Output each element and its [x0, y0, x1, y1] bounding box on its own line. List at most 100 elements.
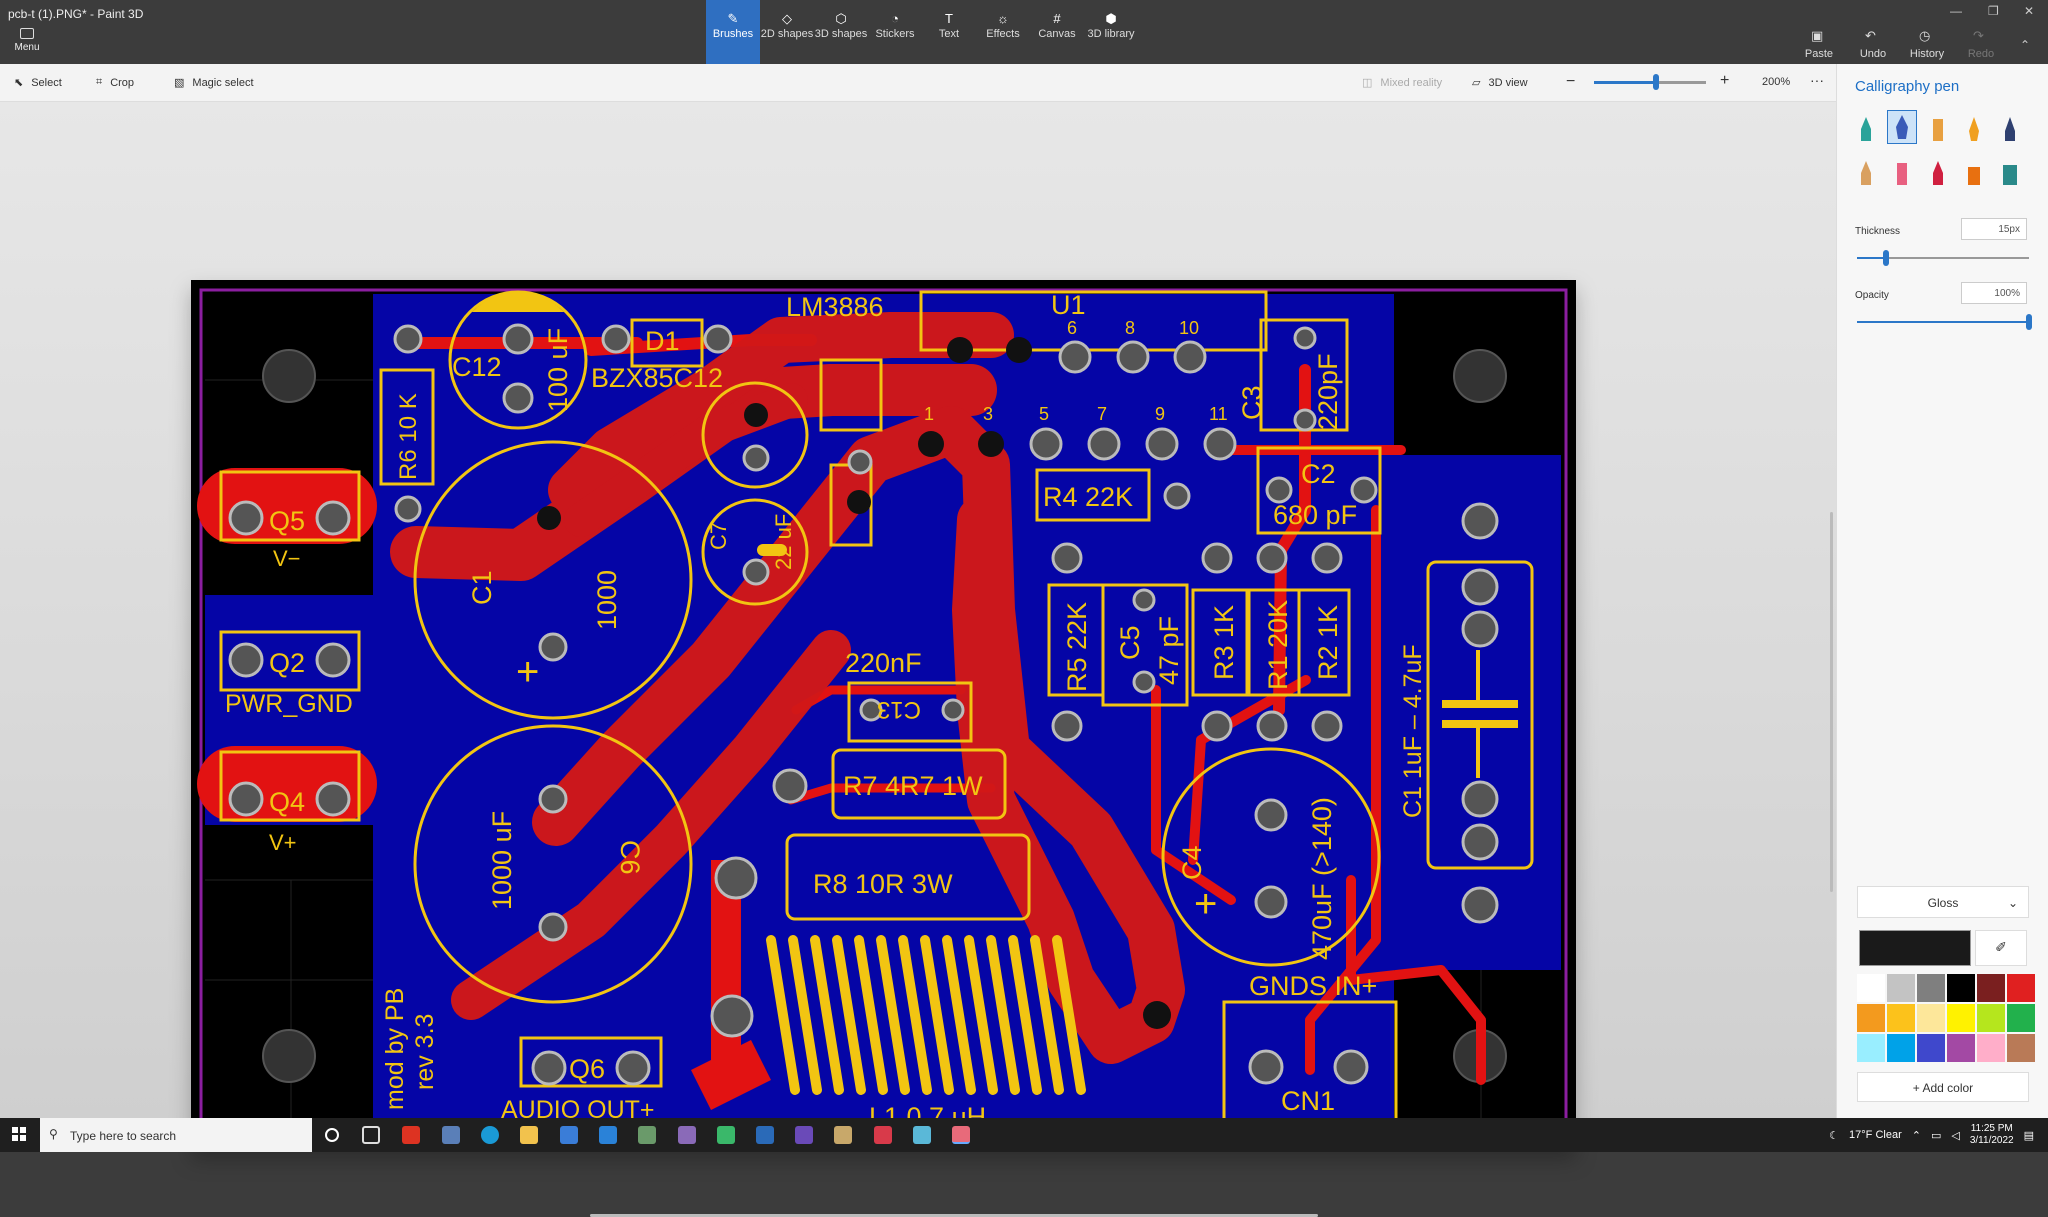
search-input[interactable]: ⚲ Type here to search: [40, 1118, 312, 1152]
tab-canvas[interactable]: # Canvas: [1030, 0, 1084, 64]
edge-icon[interactable]: [481, 1126, 499, 1144]
color-swatch[interactable]: [1887, 1004, 1915, 1032]
zoom-in-button[interactable]: +: [1720, 72, 1729, 90]
tab-2d-shapes[interactable]: ◇ 2D shapes: [760, 0, 814, 64]
undo-label: Undo: [1859, 48, 1887, 60]
canvas-area[interactable]: LM3886 U1 D1 BZX85C12 C12 100 uF R6 10 K…: [0, 102, 1836, 1217]
color-swatch[interactable]: [2007, 974, 2035, 1002]
undo-icon: ↶: [1865, 28, 1876, 43]
store-icon[interactable]: [560, 1126, 578, 1144]
color-swatch[interactable]: [1887, 974, 1915, 1002]
opacity-input[interactable]: 100%: [1961, 282, 2027, 304]
network-icon[interactable]: ▭: [1931, 1129, 1941, 1142]
tab-label: 2D shapes: [760, 28, 814, 40]
color-swatch[interactable]: [1977, 1004, 2005, 1032]
close-button[interactable]: ✕: [2024, 4, 2034, 18]
app-icon-2[interactable]: [638, 1126, 656, 1144]
color-swatch[interactable]: [2007, 1004, 2035, 1032]
cortana-icon[interactable]: [325, 1128, 339, 1142]
zoom-level[interactable]: 200%: [1762, 76, 1790, 88]
pcb-c13: C13: [877, 696, 921, 723]
color-swatch[interactable]: [1977, 1034, 2005, 1062]
undo-button[interactable]: ↶ Undo: [1846, 0, 1900, 64]
pcb-image[interactable]: LM3886 U1 D1 BZX85C12 C12 100 uF R6 10 K…: [191, 280, 1576, 1150]
redo-button[interactable]: ↷ Redo: [1954, 0, 2008, 64]
taskbar: ⚲ Type here to search ☾ 17°F Clear ⌃ ▭ ◁ …: [0, 1118, 2048, 1152]
eyedropper-icon[interactable]: ✐: [1975, 930, 2027, 966]
app-icon-3[interactable]: [678, 1126, 696, 1144]
pcb-pin-7: 7: [1097, 404, 1107, 424]
finish-dropdown[interactable]: Gloss ⌄: [1857, 886, 2029, 918]
color-swatch[interactable]: [1917, 974, 1945, 1002]
app-icon[interactable]: [442, 1126, 460, 1144]
color-swatch[interactable]: [1947, 974, 1975, 1002]
tray-chevron-icon[interactable]: ⌃: [1912, 1129, 1921, 1142]
zoom-slider[interactable]: [1594, 74, 1706, 90]
pcb-mod: mod by PB: [381, 988, 409, 1110]
tab-3d-shapes[interactable]: ⬡ 3D shapes: [814, 0, 868, 64]
color-swatch[interactable]: [1917, 1034, 1945, 1062]
add-color-button[interactable]: + Add color: [1857, 1072, 2029, 1102]
magic-select-button[interactable]: ▧ Magic select: [174, 76, 254, 90]
restore-button[interactable]: ❐: [1988, 4, 1999, 18]
current-color-swatch[interactable]: [1859, 930, 1971, 966]
pcb-bzx: BZX85C12: [591, 363, 723, 393]
zoom-out-button[interactable]: −: [1566, 73, 1575, 91]
clock[interactable]: 11:25 PM 3/11/2022: [1970, 1123, 2014, 1147]
paint-3d-icon[interactable]: [952, 1126, 970, 1144]
mail-icon[interactable]: [599, 1126, 617, 1144]
select-button[interactable]: ⬉ Select: [14, 76, 62, 90]
paste-button[interactable]: ▣ Paste: [1792, 0, 1846, 64]
eraser-brush[interactable]: [1887, 156, 1917, 190]
file-explorer-icon[interactable]: [520, 1126, 538, 1144]
marker-brush[interactable]: [1851, 112, 1881, 146]
minimize-button[interactable]: —: [1950, 4, 1962, 18]
watercolor-brush[interactable]: [1959, 112, 1989, 146]
history-button[interactable]: ◷ History: [1900, 0, 1954, 64]
task-view-icon[interactable]: [362, 1126, 380, 1144]
crop-button[interactable]: ⌗ Crop: [96, 76, 134, 89]
pencil-brush[interactable]: [1851, 156, 1881, 190]
tab-3d-library[interactable]: ⬢ 3D library: [1084, 0, 1138, 64]
color-swatch[interactable]: [1917, 1004, 1945, 1032]
vertical-scrollbar[interactable]: [1830, 512, 1833, 892]
mixed-reality-button[interactable]: ◫ Mixed reality: [1362, 76, 1442, 90]
fill-brush[interactable]: [1995, 156, 2025, 190]
app-icon-9[interactable]: [913, 1126, 931, 1144]
crayon-brush[interactable]: [1923, 156, 1953, 190]
volume-icon[interactable]: ◁: [1951, 1129, 1959, 1142]
start-button[interactable]: [12, 1127, 26, 1141]
thickness-input[interactable]: 15px: [1961, 218, 2027, 240]
app-icon-8[interactable]: [874, 1126, 892, 1144]
calligraphy-pen-brush[interactable]: [1887, 110, 1917, 144]
tab-brushes[interactable]: ✎ Brushes: [706, 0, 760, 64]
pixel-pen-brush[interactable]: [1995, 112, 2025, 146]
color-swatch[interactable]: [1857, 1004, 1885, 1032]
color-swatch[interactable]: [1977, 974, 2005, 1002]
color-swatch[interactable]: [1947, 1004, 1975, 1032]
notification-icon[interactable]: ▤: [2024, 1129, 2034, 1142]
app-icon-7[interactable]: [834, 1126, 852, 1144]
3d-view-button[interactable]: ▱ 3D view: [1472, 76, 1528, 90]
spray-can-brush[interactable]: [1959, 156, 1989, 190]
tab-effects[interactable]: ☼ Effects: [976, 0, 1030, 64]
opacity-slider[interactable]: [1857, 314, 2032, 330]
app-icon-6[interactable]: [795, 1126, 813, 1144]
color-swatch[interactable]: [1857, 974, 1885, 1002]
tab-stickers[interactable]: ◔ Stickers: [868, 0, 922, 64]
oil-brush[interactable]: [1923, 112, 1953, 146]
menu-button[interactable]: Menu: [10, 28, 44, 58]
thickness-slider[interactable]: [1857, 250, 2029, 266]
more-options-button[interactable]: ···: [1810, 72, 1824, 88]
weather-text[interactable]: 17°F Clear: [1849, 1129, 1902, 1141]
color-swatch[interactable]: [1857, 1034, 1885, 1062]
menu-label: Menu: [14, 42, 40, 53]
collapse-ribbon-icon[interactable]: ⌃: [2020, 38, 2030, 52]
acrobat-icon[interactable]: [402, 1126, 420, 1144]
color-swatch[interactable]: [1887, 1034, 1915, 1062]
color-swatch[interactable]: [1947, 1034, 1975, 1062]
app-icon-4[interactable]: [717, 1126, 735, 1144]
color-swatch[interactable]: [2007, 1034, 2035, 1062]
tab-text[interactable]: T Text: [922, 0, 976, 64]
app-icon-5[interactable]: [756, 1126, 774, 1144]
